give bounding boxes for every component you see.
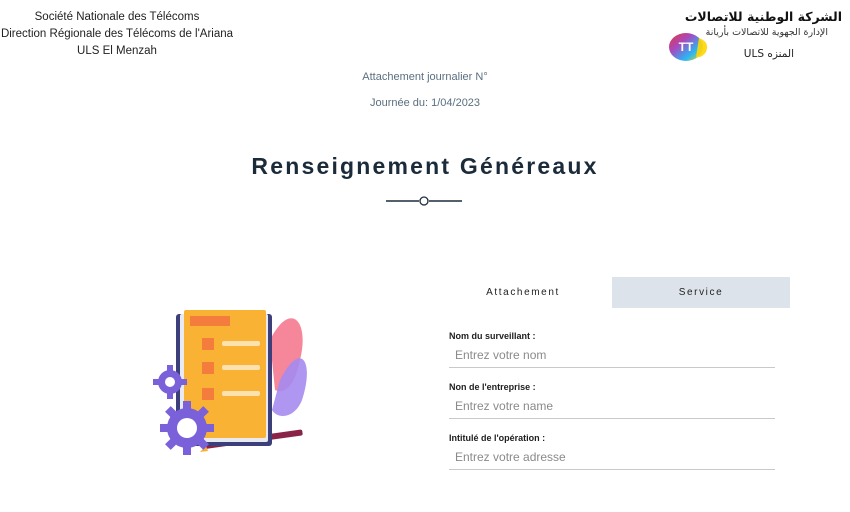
- tunisie-telecom-logo: TT: [669, 33, 708, 61]
- tab-attachement[interactable]: Attachement: [434, 277, 612, 308]
- logo-text: TT: [679, 40, 694, 54]
- field-entreprise: Non de l'entreprise :: [449, 382, 775, 419]
- surveillant-label: Nom du surveillant :: [449, 331, 536, 341]
- org-unit: ULS El Menzah: [77, 45, 157, 57]
- org-direction: Direction Régionale des Télécoms de l'Ar…: [0, 28, 234, 40]
- document-checklist-illustration: [153, 310, 307, 455]
- page-title: Renseignement Généreaux: [251, 153, 599, 179]
- operation-label: Intitulé de l'opération :: [449, 433, 546, 443]
- title-divider: [386, 196, 462, 206]
- attachment-day: Journée du: 1/04/2023: [369, 97, 481, 109]
- field-operation: Intitulé de l'opération :: [449, 433, 775, 470]
- header-left: Société Nationale des Télécoms Direction…: [0, 9, 234, 60]
- attachment-number: Attachement journalier N°: [362, 71, 488, 83]
- form-tabs: Attachement Service: [434, 277, 790, 308]
- entreprise-input[interactable]: [449, 395, 775, 419]
- entreprise-label: Non de l'entreprise :: [449, 382, 536, 392]
- general-info-form: Nom du surveillant : Non de l'entreprise…: [449, 331, 775, 484]
- surveillant-input[interactable]: [449, 344, 775, 368]
- tab-service[interactable]: Service: [612, 277, 790, 308]
- operation-input[interactable]: [449, 446, 775, 470]
- org-unit-ar: المنزه ULS: [743, 48, 794, 60]
- org-name-ar: الشركة الوطنية للاتصالات: [684, 9, 842, 24]
- org-name: Société Nationale des Télécoms: [34, 11, 200, 23]
- field-surveillant: Nom du surveillant :: [449, 331, 775, 368]
